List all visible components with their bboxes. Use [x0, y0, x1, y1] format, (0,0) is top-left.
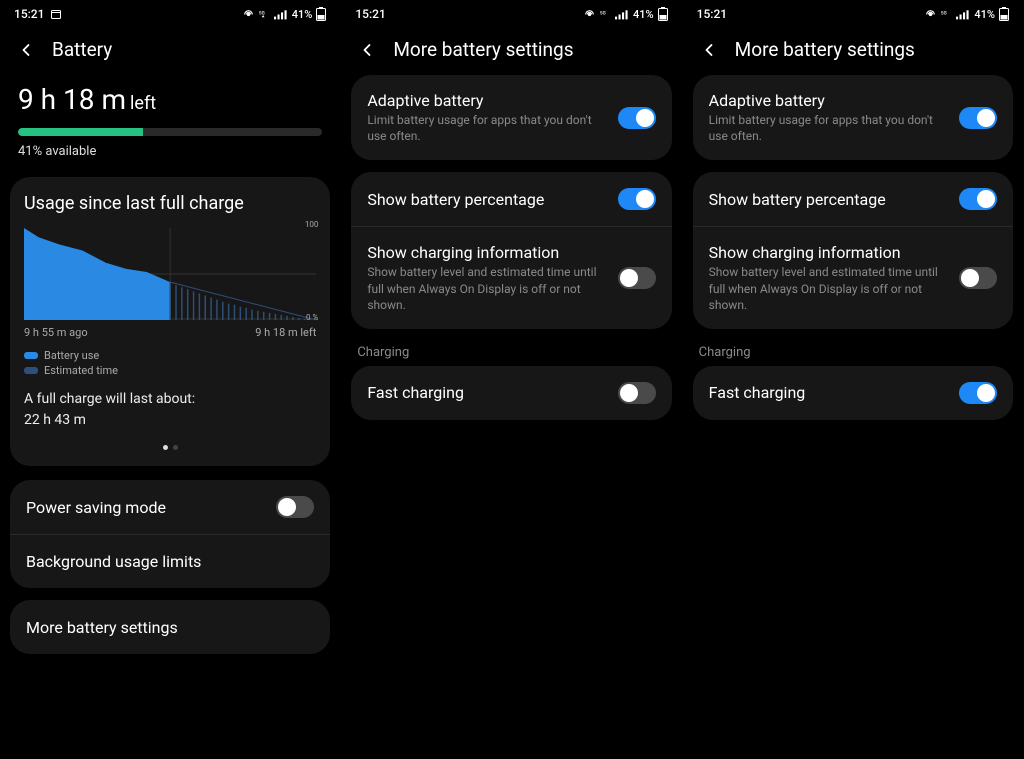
available-text: 41% available [10, 140, 330, 177]
fast-charging-row[interactable]: Fast charging [693, 366, 1013, 420]
battery-icon [658, 7, 668, 21]
status-bar: 15:21 5G 41% [341, 0, 681, 28]
show-charging-info-toggle[interactable] [618, 267, 656, 289]
usage-chart: 100 0 % [24, 228, 316, 320]
legend-estimated: Estimated time [24, 364, 316, 377]
fast-charging-toggle[interactable] [618, 382, 656, 404]
status-battery-pct: 41% [974, 8, 995, 21]
charging-section-label: Charging [351, 341, 671, 366]
screen-more-settings-a: 15:21 5G 41% More battery settings Adapt… [341, 0, 682, 759]
chevron-left-icon [699, 40, 719, 60]
signal-icon [956, 9, 970, 20]
status-time: 15:21 [355, 7, 385, 21]
status-time: 15:21 [697, 7, 727, 21]
status-bar: 15:21 5G 41% [683, 0, 1023, 28]
show-percentage-row[interactable]: Show battery percentage [693, 172, 1013, 226]
more-settings-group: More battery settings [10, 600, 330, 654]
calendar-icon [50, 8, 62, 20]
power-saving-row[interactable]: Power saving mode [10, 480, 330, 534]
back-button[interactable] [357, 40, 377, 60]
full-charge-value: 22 h 43 m [24, 410, 316, 431]
hotspot-icon [583, 8, 596, 21]
back-button[interactable] [16, 40, 36, 60]
adaptive-battery-toggle[interactable] [959, 107, 997, 129]
settings-group: Power saving mode Background usage limit… [10, 480, 330, 588]
time-left: 9 h 18 m left [18, 83, 322, 116]
battery-bar [18, 128, 322, 136]
hotspot-icon [924, 8, 937, 21]
adaptive-battery-row[interactable]: Adaptive battery Limit battery usage for… [693, 75, 1013, 160]
page-title: More battery settings [735, 38, 915, 61]
network-icon: 5G [941, 9, 952, 20]
adaptive-battery-toggle[interactable] [618, 107, 656, 129]
chevron-left-icon [16, 40, 36, 60]
status-battery-pct: 41% [633, 8, 654, 21]
page-title: Battery [52, 38, 112, 61]
battery-icon [316, 7, 326, 21]
usage-card[interactable]: Usage since last full charge 100 0 % [10, 177, 330, 466]
svg-text:5G: 5G [600, 10, 606, 16]
screen-more-settings-b: 15:21 5G 41% More battery settings Adapt… [683, 0, 1024, 759]
show-charging-info-row[interactable]: Show charging information Show battery l… [693, 226, 1013, 329]
show-charging-info-row[interactable]: Show charging information Show battery l… [351, 226, 671, 329]
status-bar: 15:21 5G 41% [0, 0, 340, 28]
network-icon: 5G [259, 9, 270, 20]
svg-text:5G: 5G [941, 10, 947, 16]
legend-battery-use: Battery use [24, 349, 316, 362]
show-percentage-row[interactable]: Show battery percentage [351, 172, 671, 226]
usage-card-title: Usage since last full charge [24, 193, 316, 214]
fast-charging-toggle[interactable] [959, 382, 997, 404]
page-title: More battery settings [393, 38, 573, 61]
svg-text:5G: 5G [259, 10, 265, 16]
show-percentage-toggle[interactable] [618, 188, 656, 210]
more-settings-row[interactable]: More battery settings [10, 600, 330, 654]
battery-icon [999, 7, 1009, 21]
screen-battery: 15:21 5G 41% Battery 9 h 18 m left 41% a… [0, 0, 341, 759]
status-time: 15:21 [14, 7, 44, 21]
back-button[interactable] [699, 40, 719, 60]
fast-charging-row[interactable]: Fast charging [351, 366, 671, 420]
chart-time-right: 9 h 18 m left [255, 326, 316, 339]
page-indicator[interactable] [24, 441, 316, 452]
show-percentage-toggle[interactable] [959, 188, 997, 210]
full-charge-label: A full charge will last about: [24, 389, 316, 410]
status-battery-pct: 41% [292, 8, 313, 21]
network-icon: 5G [600, 9, 611, 20]
adaptive-battery-row[interactable]: Adaptive battery Limit battery usage for… [351, 75, 671, 160]
hotspot-icon [242, 8, 255, 21]
chevron-left-icon [357, 40, 377, 60]
charging-section-label: Charging [693, 341, 1013, 366]
background-limits-row[interactable]: Background usage limits [10, 534, 330, 588]
signal-icon [274, 9, 288, 20]
signal-icon [615, 9, 629, 20]
show-charging-info-toggle[interactable] [959, 267, 997, 289]
chart-time-left: 9 h 55 m ago [24, 326, 88, 339]
power-saving-toggle[interactable] [276, 496, 314, 518]
